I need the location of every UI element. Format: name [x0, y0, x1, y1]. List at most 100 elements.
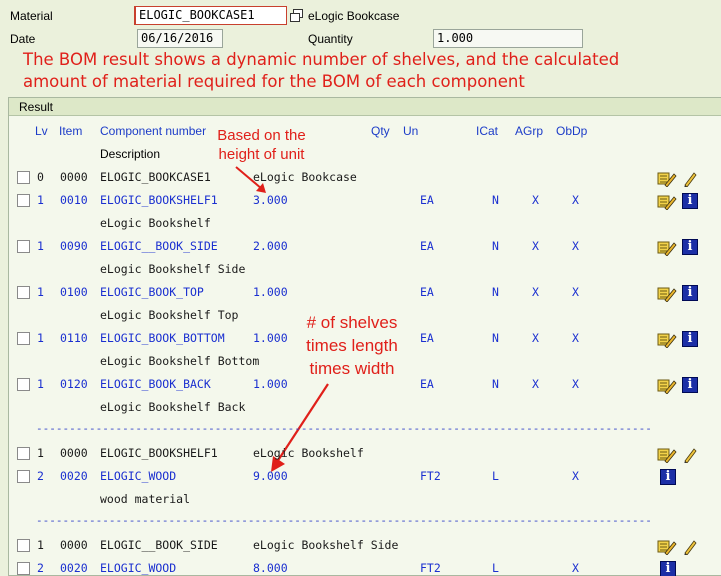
display-change-icon[interactable]: [657, 169, 697, 188]
col-un: Un: [403, 124, 419, 138]
row-level: 1: [37, 538, 44, 552]
row-quantity: 1.000: [253, 377, 288, 391]
quantity-field[interactable]: 1.000: [433, 29, 583, 48]
quantity-label: Quantity: [308, 32, 353, 46]
col-description: Description: [100, 147, 161, 161]
row-level: 2: [37, 561, 44, 575]
row-item-category: N: [492, 193, 499, 207]
row-description: eLogic Bookshelf Top: [100, 308, 239, 322]
row-component[interactable]: ELOGIC_BOOK_BACK: [100, 377, 211, 391]
date-field[interactable]: 06/16/2016: [137, 29, 223, 48]
row-level: 1: [37, 239, 44, 253]
annotation-height-line2: height of unit: [218, 146, 305, 163]
info-icon[interactable]: i: [660, 469, 676, 485]
row-checkbox[interactable]: [17, 171, 30, 184]
row-component[interactable]: ELOGIC__BOOK_SIDE: [100, 538, 218, 552]
row-item: 0100: [60, 285, 88, 299]
row-checkbox[interactable]: [17, 562, 30, 575]
row-item: 0020: [60, 561, 88, 575]
row-unit: FT2: [420, 469, 441, 483]
row-component[interactable]: ELOGIC_BOOKSHELF1: [100, 193, 218, 207]
row-item: 0000: [60, 538, 88, 552]
row-item: 0120: [60, 377, 88, 391]
row-item-category: L: [492, 469, 499, 483]
value-help-icon[interactable]: [290, 9, 304, 23]
row-description: eLogic Bookshelf Bottom: [100, 354, 260, 368]
row-unit: FT2: [420, 561, 441, 575]
col-item: Item: [59, 124, 83, 138]
col-agrp: AGrp: [515, 124, 544, 138]
row-checkbox[interactable]: [17, 240, 30, 253]
row-level: 0: [37, 170, 44, 184]
row-item-category: N: [492, 239, 499, 253]
row-component[interactable]: ELOGIC__BOOK_SIDE: [100, 239, 218, 253]
row-quantity: 2.000: [253, 239, 288, 253]
display-change-icon[interactable]: [657, 537, 697, 556]
row-level: 1: [37, 377, 44, 391]
annotation-height-line1: Based on the: [217, 127, 306, 144]
material-label: Material: [10, 9, 53, 23]
row-level: 1: [37, 285, 44, 299]
row-object-dependency: X: [572, 285, 579, 299]
info-icon[interactable]: i: [660, 561, 676, 576]
info-icon[interactable]: i: [682, 331, 698, 347]
row-quantity: 9.000: [253, 469, 288, 483]
row-description: eLogic Bookshelf Side: [100, 262, 246, 276]
row-component[interactable]: ELOGIC_BOOK_BOTTOM: [100, 331, 225, 345]
row-quantity: 1.000: [253, 331, 288, 345]
row-component[interactable]: ELOGIC_BOOKCASE1: [100, 170, 211, 184]
row-description: eLogic Bookshelf Back: [100, 400, 246, 414]
row-item: 0110: [60, 331, 88, 345]
row-checkbox[interactable]: [17, 539, 30, 552]
row-component[interactable]: ELOGIC_WOOD: [100, 469, 176, 483]
annotation-headline-2: amount of material required for the BOM …: [23, 72, 525, 91]
row-item-category: N: [492, 331, 499, 345]
col-qty: Qty: [371, 124, 390, 138]
row-item: 0000: [60, 446, 88, 460]
row-object-dependency: X: [572, 331, 579, 345]
row-object-dependency: X: [572, 377, 579, 391]
row-unit: EA: [420, 331, 434, 345]
material-field[interactable]: ELOGIC_BOOKCASE1: [134, 6, 287, 25]
row-quantity: 8.000: [253, 561, 288, 575]
info-icon[interactable]: i: [682, 377, 698, 393]
info-icon[interactable]: i: [682, 239, 698, 255]
row-unit: EA: [420, 239, 434, 253]
annotation-shelves-line3: times width: [309, 359, 395, 378]
panel-title: Result: [9, 98, 721, 116]
row-description: eLogic Bookshelf: [100, 216, 211, 230]
row-alt-group: X: [532, 239, 539, 253]
row-level: 2: [37, 469, 44, 483]
row-quantity: eLogic Bookcase: [253, 170, 357, 184]
row-unit: EA: [420, 285, 434, 299]
row-component[interactable]: ELOGIC_BOOKSHELF1: [100, 446, 218, 460]
separator-2: ----------------------------------------…: [36, 514, 651, 527]
row-component[interactable]: ELOGIC_WOOD: [100, 561, 176, 575]
row-item: 0010: [60, 193, 88, 207]
row-unit: EA: [420, 377, 434, 391]
row-item: 0090: [60, 239, 88, 253]
row-item-category: L: [492, 561, 499, 575]
annotation-shelves: # of shelves times length times width: [292, 311, 412, 380]
row-checkbox[interactable]: [17, 378, 30, 391]
row-checkbox[interactable]: [17, 470, 30, 483]
date-label: Date: [10, 32, 36, 46]
row-quantity: eLogic Bookshelf: [253, 446, 364, 460]
row-checkbox[interactable]: [17, 194, 30, 207]
row-checkbox[interactable]: [17, 332, 30, 345]
row-level: 1: [37, 446, 44, 460]
display-change-icon[interactable]: [657, 445, 697, 464]
annotation-headline-1: The BOM result shows a dynamic number of…: [23, 50, 620, 69]
info-icon[interactable]: i: [682, 193, 698, 209]
info-icon[interactable]: i: [682, 285, 698, 301]
row-quantity: 1.000: [253, 285, 288, 299]
annotation-shelves-line1: # of shelves: [306, 313, 398, 332]
row-alt-group: X: [532, 377, 539, 391]
row-quantity: 3.000: [253, 193, 288, 207]
row-alt-group: X: [532, 193, 539, 207]
row-item: 0020: [60, 469, 88, 483]
row-checkbox[interactable]: [17, 447, 30, 460]
row-component[interactable]: ELOGIC_BOOK_TOP: [100, 285, 204, 299]
row-level: 1: [37, 193, 44, 207]
row-checkbox[interactable]: [17, 286, 30, 299]
